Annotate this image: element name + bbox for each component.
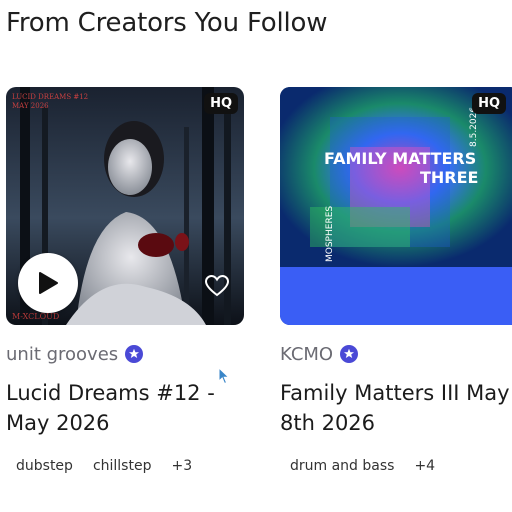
creator-name[interactable]: KCMO	[280, 344, 333, 365]
mouse-cursor-icon	[218, 367, 230, 385]
show-card[interactable]: LUCID DREAMS #12 MAY 2026 M-XCLOUD HQ un…	[6, 87, 244, 478]
creator-row[interactable]: unit grooves	[6, 342, 244, 366]
tag-list: dubstep chillstep +3	[6, 454, 244, 478]
art-lettering: FAMILY MATTERS	[324, 149, 476, 168]
art-lettering: M-XCLOUD	[12, 312, 59, 321]
art-lettering: MOSPHERES	[325, 206, 335, 262]
show-artwork[interactable]: FAMILY MATTERS THREE 8.5.2026 MOSPHERES …	[280, 87, 512, 325]
show-artwork[interactable]: LUCID DREAMS #12 MAY 2026 M-XCLOUD HQ	[6, 87, 244, 325]
play-icon	[39, 272, 58, 294]
artwork-image: FAMILY MATTERS THREE 8.5.2026 MOSPHERES	[280, 87, 512, 325]
section-title: From Creators You Follow	[6, 8, 328, 38]
tag[interactable]: chillstep	[83, 454, 162, 478]
hq-badge: HQ	[472, 93, 506, 114]
heart-icon	[205, 275, 229, 297]
show-title[interactable]: Lucid Dreams #12 - May 2026	[6, 378, 240, 438]
favorite-button[interactable]	[200, 269, 234, 303]
tag-list: drum and bass +4	[280, 454, 512, 478]
hq-badge: HQ	[204, 93, 238, 114]
more-tags[interactable]: +3	[161, 454, 202, 478]
verified-star-icon	[340, 345, 359, 363]
art-lettering: MAY 2026	[12, 102, 49, 110]
creator-row[interactable]: KCMO	[280, 342, 512, 366]
art-lettering: THREE	[420, 168, 478, 187]
tag[interactable]: dubstep	[6, 454, 83, 478]
art-lettering: LUCID DREAMS #12	[12, 93, 88, 101]
show-card[interactable]: FAMILY MATTERS THREE 8.5.2026 MOSPHERES …	[280, 87, 512, 478]
creator-name[interactable]: unit grooves	[6, 344, 118, 365]
show-title[interactable]: Family Matters III May 8th 2026	[280, 378, 512, 438]
tag[interactable]: drum and bass	[280, 454, 404, 478]
play-button[interactable]	[18, 253, 78, 313]
more-tags[interactable]: +4	[404, 454, 445, 478]
verified-star-icon	[125, 345, 144, 363]
